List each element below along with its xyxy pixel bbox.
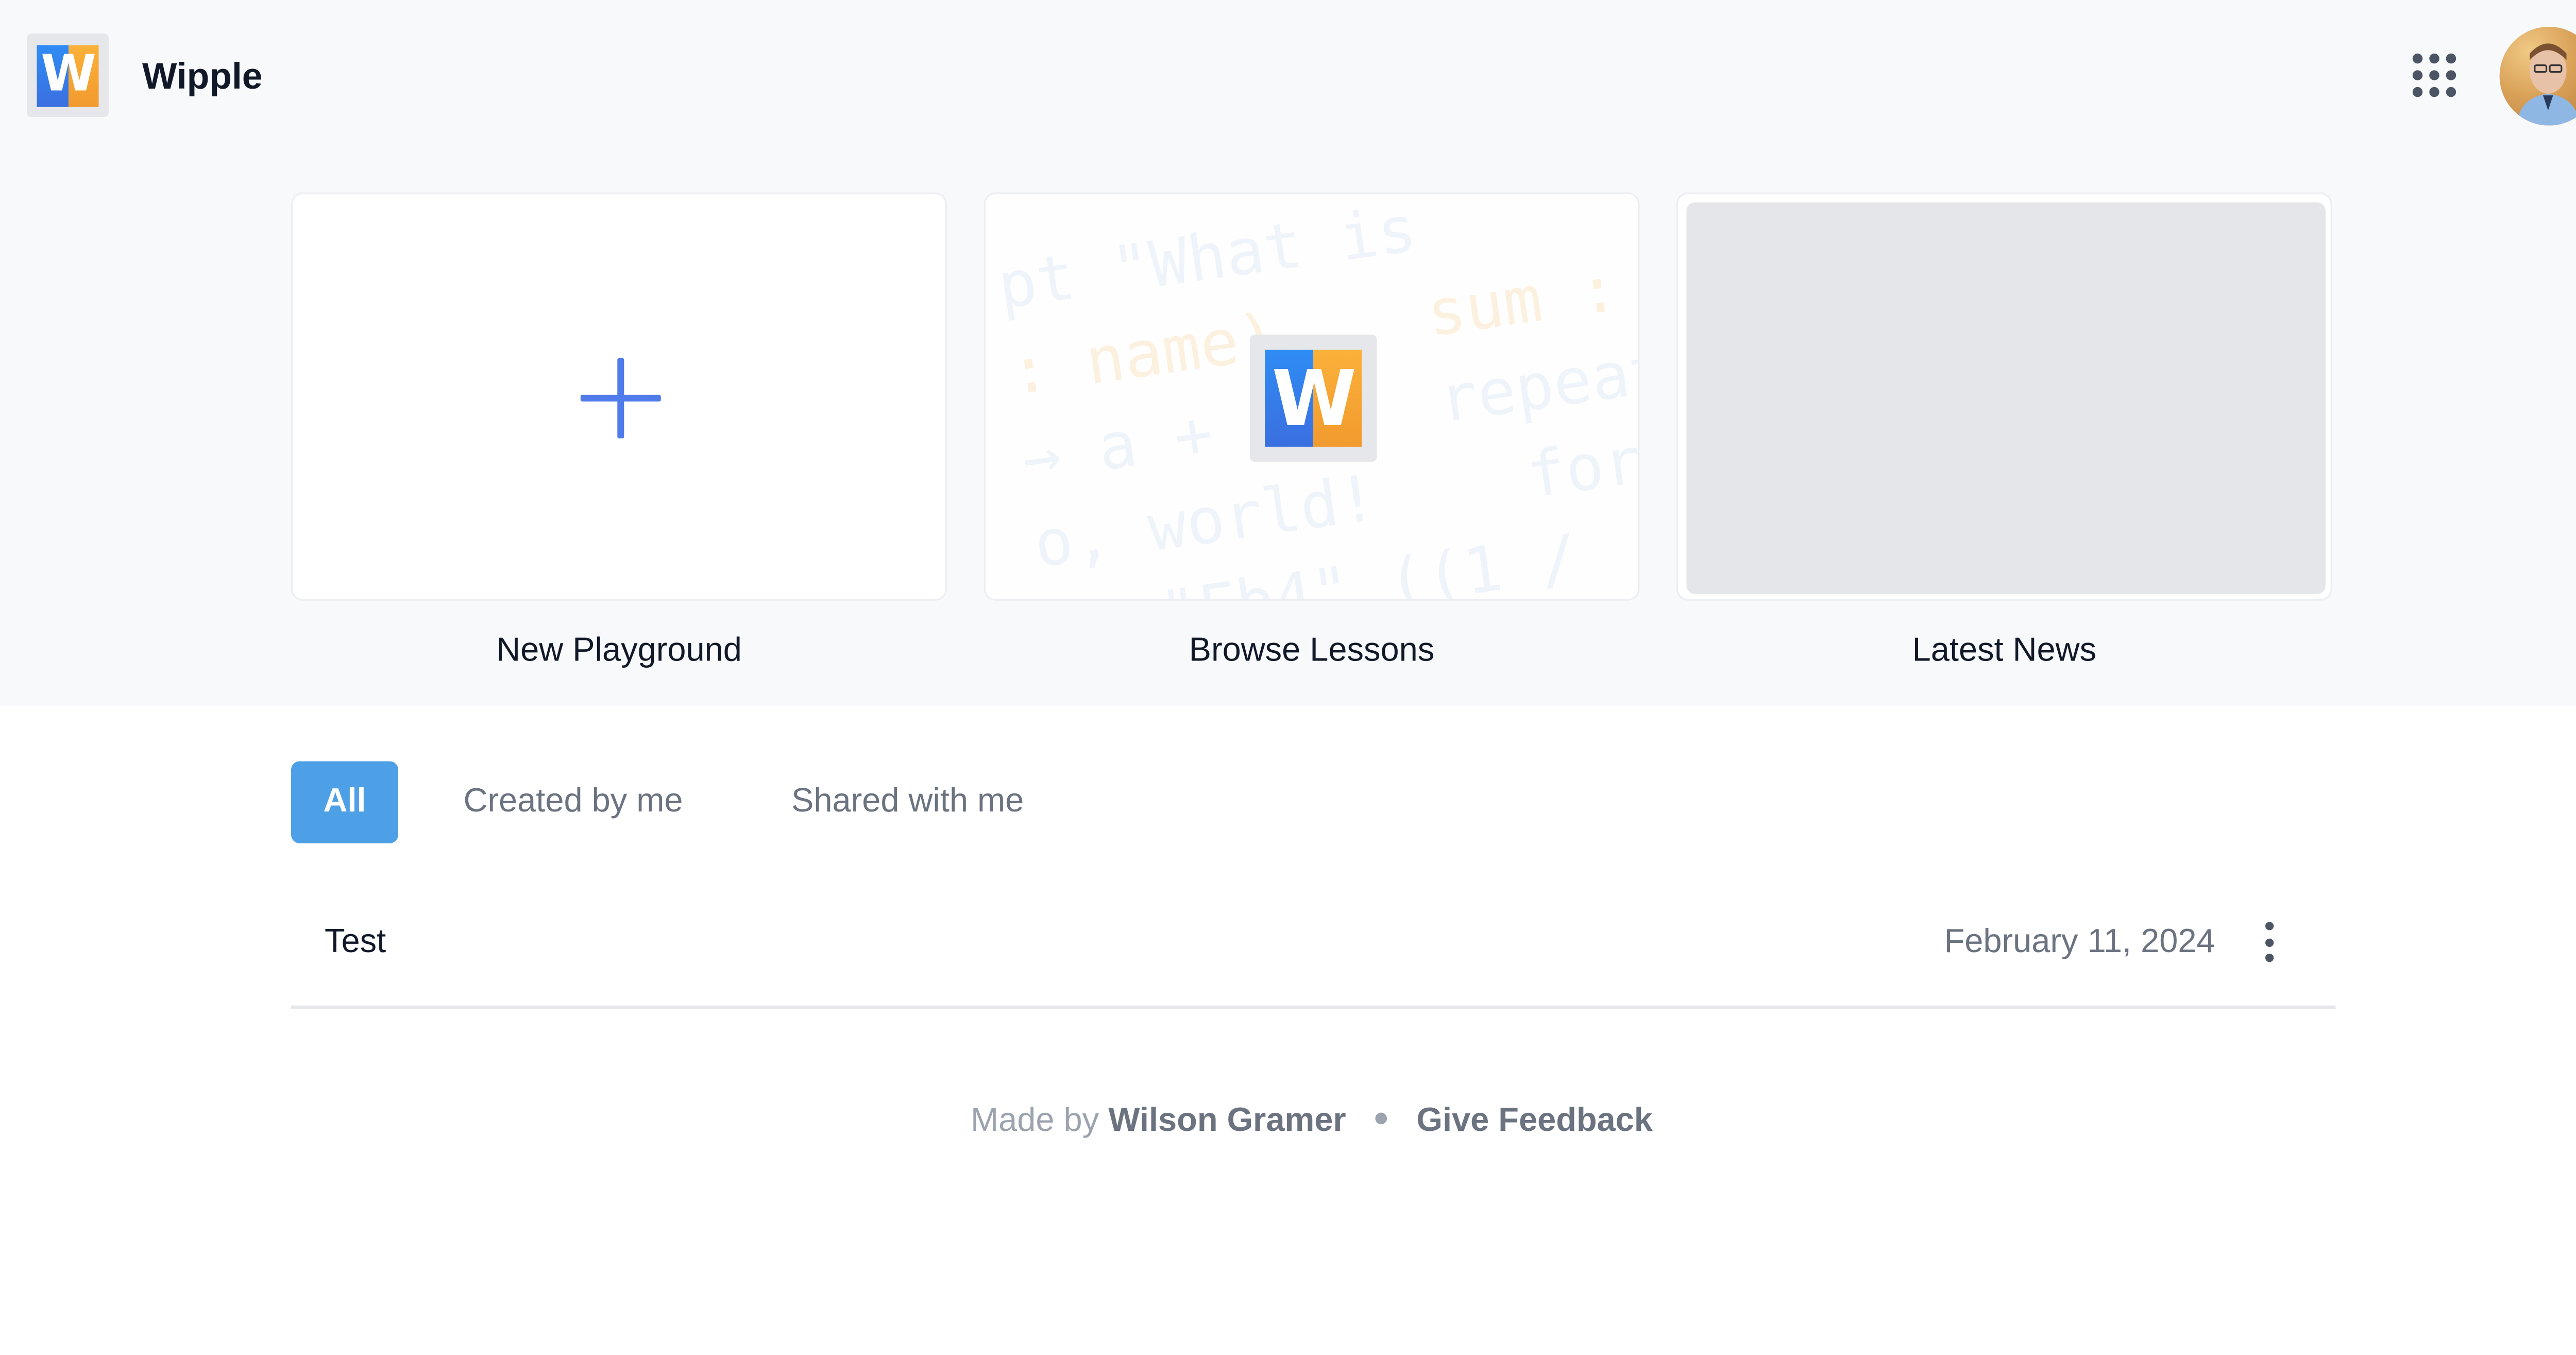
latest-news-card[interactable] <box>1676 192 2332 601</box>
tab-created-by-me[interactable]: Created by me <box>464 761 683 843</box>
browse-lessons-card[interactable]: pt "What is : name) sum : 5→ a + b repea… <box>984 192 1640 601</box>
playground-date: February 11, 2024 <box>1944 923 2215 961</box>
plus-icon <box>580 358 661 438</box>
latest-news-label[interactable]: Latest News <box>1676 629 2332 672</box>
new-playground-label[interactable]: New Playground <box>291 629 947 672</box>
playground-title: Test <box>324 923 386 961</box>
separator-dot <box>1375 1113 1387 1125</box>
news-image-placeholder <box>1686 202 2326 594</box>
app-logo[interactable]: W <box>26 33 109 117</box>
more-options-icon[interactable] <box>2259 922 2279 962</box>
lessons-logo-letter: W <box>1272 353 1357 444</box>
header: W Wipple <box>0 0 2576 154</box>
lessons-logo-icon: W <box>1249 334 1377 462</box>
author-link[interactable]: Wilson Gramer <box>1108 1103 1346 1139</box>
tab-all[interactable]: All <box>291 761 398 843</box>
apps-grid-icon[interactable] <box>2409 50 2463 104</box>
user-avatar[interactable] <box>2499 26 2576 126</box>
browse-lessons-label[interactable]: Browse Lessons <box>984 629 1639 672</box>
tab-shared-with-me[interactable]: Shared with me <box>791 761 1024 843</box>
logo-letter: W <box>41 45 96 104</box>
app-title: Wipple <box>142 55 263 97</box>
made-by-text: Made by <box>970 1103 1099 1140</box>
logo-mark: W <box>37 44 99 107</box>
give-feedback-link[interactable]: Give Feedback <box>1416 1103 1652 1139</box>
playground-row[interactable]: Test February 11, 2024 <box>291 875 2336 1009</box>
new-playground-card[interactable] <box>291 192 947 601</box>
app-root: W Wipple pt "What is : name) sum : 5 → a … <box>0 0 2576 1354</box>
avatar-portrait <box>2516 43 2576 126</box>
footer: Made by Wilson Gramer Give Feedback <box>0 1099 2576 1143</box>
